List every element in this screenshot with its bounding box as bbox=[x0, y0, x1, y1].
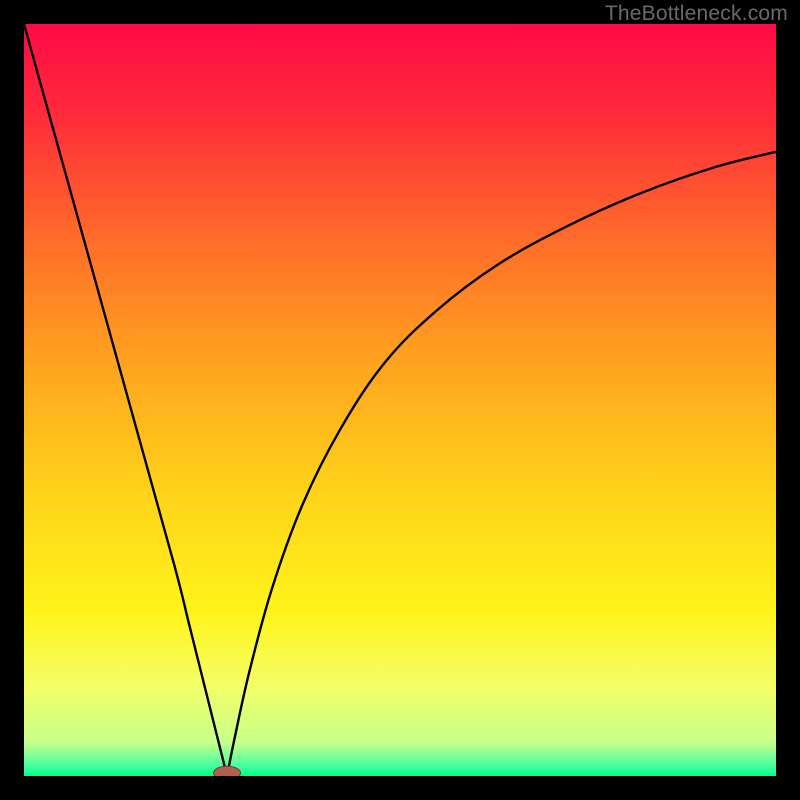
bottleneck-marker bbox=[214, 766, 241, 776]
watermark-text: TheBottleneck.com bbox=[605, 2, 788, 26]
gradient-background bbox=[24, 24, 776, 776]
chart-frame: TheBottleneck.com bbox=[0, 0, 800, 800]
plot-area bbox=[24, 24, 776, 776]
chart-svg bbox=[24, 24, 776, 776]
